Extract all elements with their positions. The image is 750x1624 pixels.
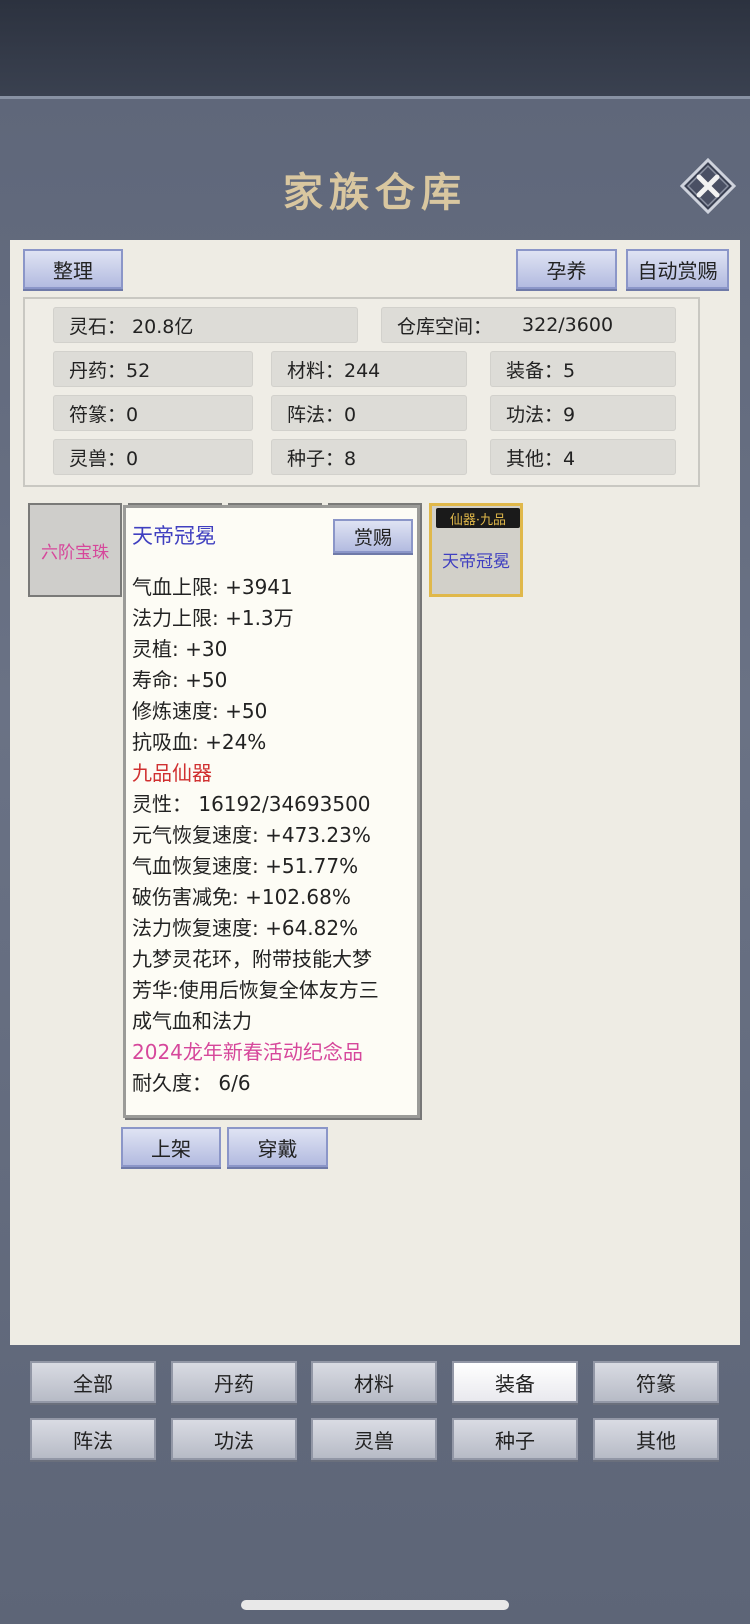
tooltip-durability: 耐久度： 6/6: [132, 1071, 251, 1095]
tab-techniques[interactable]: 功法: [171, 1418, 297, 1460]
pills-stat: 丹药：52: [53, 351, 253, 387]
tooltip-stat-line: 修炼速度: +50: [132, 699, 268, 723]
close-button[interactable]: [679, 157, 737, 215]
tooltip-desc-line: 成气血和法力: [132, 1009, 252, 1033]
tab-pills[interactable]: 丹药: [171, 1361, 297, 1403]
tab-equipment[interactable]: 装备: [452, 1361, 578, 1403]
tooltip-bonus-line: 法力恢复速度: +64.82%: [132, 916, 359, 940]
tooltip-stat-line: 灵植: +30: [132, 637, 228, 661]
spirit-stone-stat: 灵石： 20.8亿: [53, 307, 358, 343]
tooltip-stat-line: 法力上限: +1.3万: [132, 606, 294, 630]
tab-talismans[interactable]: 符篆: [593, 1361, 719, 1403]
item-tooltip: 天帝冠冕 赏赐 气血上限: +3941 法力上限: +1.3万 灵植: +30 …: [123, 505, 420, 1118]
stats-panel: 灵石： 20.8亿 仓库空间： 322/3600 丹药：52 材料：244 装备…: [23, 297, 700, 487]
tooltip-item-name: 天帝冠冕: [132, 524, 216, 548]
tooltip-bonus-line: 元气恢复速度: +473.23%: [132, 823, 371, 847]
tab-others[interactable]: 其他: [593, 1418, 719, 1460]
equipment-stat: 装备：5: [490, 351, 676, 387]
tab-seeds[interactable]: 种子: [452, 1418, 578, 1460]
tab-formations[interactable]: 阵法: [30, 1418, 156, 1460]
tab-all[interactable]: 全部: [30, 1361, 156, 1403]
sort-button[interactable]: 整理: [23, 249, 123, 289]
materials-stat: 材料：244: [271, 351, 467, 387]
tooltip-stat-line: 抗吸血: +24%: [132, 730, 267, 754]
tab-materials[interactable]: 材料: [311, 1361, 437, 1403]
top-status-area: [0, 0, 750, 96]
wear-button[interactable]: 穿戴: [227, 1127, 328, 1167]
talismans-stat: 符篆：0: [53, 395, 253, 431]
storage-space-value: 322/3600: [522, 314, 614, 336]
tooltip-desc-line: 九梦灵花环，附带技能大梦: [132, 947, 372, 971]
item-slot-six-tier-orb[interactable]: 六阶宝珠: [28, 503, 122, 597]
seeds-stat: 种子：8: [271, 439, 467, 475]
tab-beasts[interactable]: 灵兽: [311, 1418, 437, 1460]
tooltip-desc-line: 芳华:使用后恢复全体友方三: [132, 978, 379, 1002]
tooltip-stat-line: 气血上限: +3941: [132, 575, 293, 599]
others-stat: 其他：4: [490, 439, 676, 475]
item-slot-emperor-crown[interactable]: 仙器·九品 天帝冠冕: [429, 503, 523, 597]
reward-button[interactable]: 赏赐: [333, 519, 413, 553]
tooltip-stat-line: 寿命: +50: [132, 668, 228, 692]
techniques-stat: 功法：9: [490, 395, 676, 431]
tooltip-grade: 九品仙器: [132, 761, 212, 785]
tooltip-bonus-line: 破伤害减免: +102.68%: [132, 885, 351, 909]
storage-space-label: 仓库空间：: [397, 315, 493, 338]
beasts-stat: 灵兽：0: [53, 439, 253, 475]
tooltip-spirit: 灵性： 16192/34693500: [132, 792, 371, 816]
formations-stat: 阵法：0: [271, 395, 467, 431]
item-name: 天帝冠冕: [442, 551, 510, 572]
tooltip-bonus-line: 气血恢复速度: +51.77%: [132, 854, 359, 878]
auto-reward-button[interactable]: 自动赏赐: [626, 249, 729, 289]
tooltip-event: 2024龙年新春活动纪念品: [132, 1040, 363, 1064]
home-indicator[interactable]: [241, 1600, 509, 1610]
page-title: 家族仓库: [283, 169, 467, 216]
list-button[interactable]: 上架: [121, 1127, 221, 1167]
close-icon: [679, 157, 737, 215]
nurture-button[interactable]: 孕养: [516, 249, 617, 289]
grade-badge: 仙器·九品: [436, 508, 520, 528]
storage-space-stat: 仓库空间： 322/3600: [381, 307, 676, 343]
